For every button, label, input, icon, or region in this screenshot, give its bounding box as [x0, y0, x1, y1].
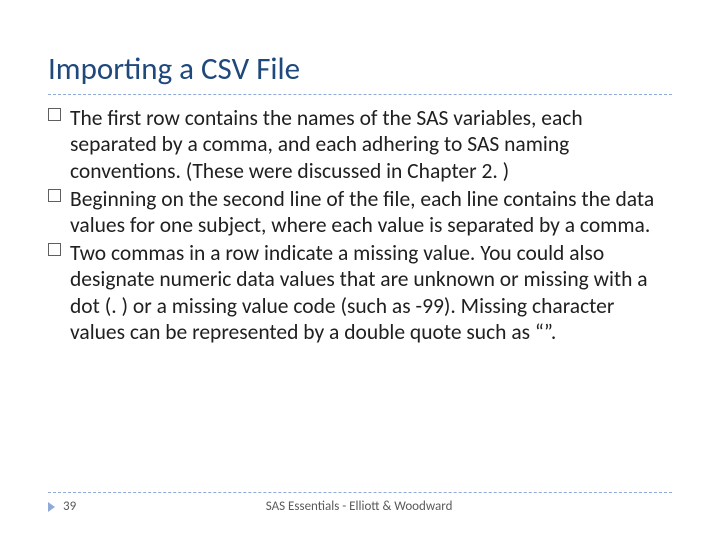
- list-item: Beginning on the second line of the file…: [48, 186, 672, 238]
- bullet-text: The first row contains the names of the …: [70, 105, 583, 183]
- title-divider: [48, 94, 672, 95]
- page-arrow-icon: [48, 502, 55, 512]
- footer-center-text: SAS Essentials - Elliott & Woodward: [76, 499, 642, 514]
- list-item: The first row contains the names of the …: [48, 105, 672, 184]
- body-content: The first row contains the names of the …: [48, 105, 672, 345]
- footer-divider: [48, 492, 672, 493]
- square-bullet-icon: [48, 108, 61, 121]
- bullet-text: Beginning on the second line of the file…: [70, 186, 654, 238]
- footer-row: 39 SAS Essentials - Elliott & Woodward: [0, 499, 720, 514]
- page-number: 39: [63, 499, 76, 514]
- square-bullet-icon: [48, 189, 61, 202]
- footer: 39 SAS Essentials - Elliott & Woodward: [0, 492, 720, 512]
- square-bullet-icon: [48, 243, 61, 256]
- page-title: Importing a CSV File: [48, 52, 672, 86]
- slide: Importing a CSV File The first row conta…: [0, 0, 720, 540]
- list-item: Two commas in a row indicate a missing v…: [48, 240, 672, 345]
- bullet-text: Two commas in a row indicate a missing v…: [70, 240, 648, 345]
